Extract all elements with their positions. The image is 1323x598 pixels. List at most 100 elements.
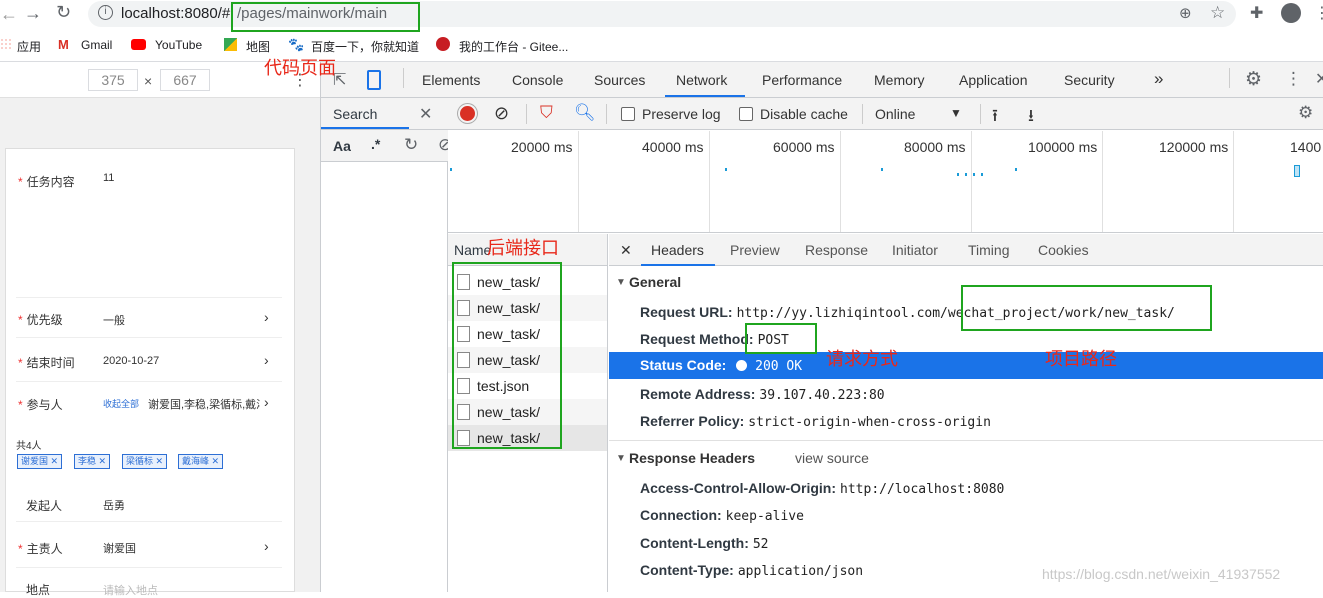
view-source-link[interactable]: view source — [795, 450, 869, 466]
bookmarks-bar: 应用 M Gmail YouTube 地图 🐾 百度一下，你就知道 我的工作台 … — [0, 30, 1323, 62]
profile-avatar-icon[interactable] — [1281, 3, 1301, 23]
collapse-triangle-icon[interactable]: ▼ — [616, 453, 626, 464]
divider — [16, 567, 282, 568]
network-settings-icon[interactable]: ⚙ — [1298, 103, 1313, 123]
timeline-tick: 40000 ms — [642, 139, 704, 155]
tab-headers[interactable]: Headers — [651, 242, 704, 258]
refresh-icon[interactable]: ↻ — [404, 135, 418, 155]
bookmark-apps[interactable]: 应用 — [17, 38, 41, 55]
disable-cache-label: Disable cache — [760, 106, 848, 122]
throttle-select[interactable]: Online — [875, 106, 915, 122]
zoom-icon[interactable]: ⊕ — [1179, 4, 1192, 22]
response-header-row: Content-Length: 52 — [640, 535, 769, 552]
filter-funnel-icon[interactable]: ⛉ — [540, 103, 553, 123]
tab-preview[interactable]: Preview — [730, 242, 780, 258]
info-icon[interactable]: i — [98, 5, 113, 20]
tab-memory[interactable]: Memory — [874, 72, 925, 88]
disable-cache-checkbox[interactable] — [739, 107, 753, 121]
chevron-right-icon[interactable]: › — [264, 538, 269, 554]
field-value-priority[interactable]: 一般 — [103, 312, 125, 328]
collapse-triangle-icon[interactable]: ▼ — [616, 277, 626, 288]
mobile-form-page: * 任务内容 11 * 优先级 一般 › * 结束时间 2020-10-27 › * 参… — [5, 148, 295, 597]
regex-toggle[interactable]: .* — [371, 136, 380, 152]
tab-console[interactable]: Console — [512, 72, 563, 88]
devtools-tab-bar: ⇱ Elements Console Sources Network Perfo… — [320, 62, 1323, 98]
tab-response[interactable]: Response — [805, 242, 868, 258]
close-detail-icon[interactable]: ✕ — [620, 242, 632, 259]
device-width-input[interactable]: 375 — [88, 69, 138, 91]
annotation-page-code: 代码页面 — [264, 58, 336, 78]
more-tabs-chevron-icon[interactable]: » — [1154, 69, 1163, 89]
search-tab-label[interactable]: Search — [333, 106, 377, 122]
bookmark-gitee[interactable]: 我的工作台 - Gitee... — [459, 38, 568, 55]
participant-tag[interactable]: 梁循标 ✕ — [122, 454, 168, 469]
clear-log-icon[interactable]: ⊘ — [494, 103, 509, 124]
grid-line — [971, 131, 972, 232]
devtools-close-icon[interactable]: ✕ — [1315, 69, 1323, 89]
status-code-row: Status Code: 200 OK — [609, 352, 1323, 379]
record-icon[interactable] — [460, 106, 475, 121]
response-headers-title[interactable]: Response Headers — [629, 450, 755, 466]
forward-arrow-icon[interactable]: → — [24, 3, 42, 24]
tab-elements[interactable]: Elements — [422, 72, 480, 88]
field-value-task[interactable]: 11 — [103, 172, 114, 184]
bookmark-maps[interactable]: 地图 — [246, 38, 270, 55]
tab-sources[interactable]: Sources — [594, 72, 645, 88]
participants-count: 共4人 — [16, 441, 42, 452]
tab-security[interactable]: Security — [1064, 72, 1115, 88]
annotation-box-url-path — [231, 2, 420, 32]
field-label-task: * 任务内容 — [18, 175, 75, 189]
request-mark — [725, 168, 727, 171]
general-section-title[interactable]: General — [629, 274, 681, 290]
participant-tag[interactable]: 谢爱国 ✕ — [17, 454, 63, 469]
bookmark-gmail[interactable]: Gmail — [81, 38, 112, 52]
name-header-label[interactable]: Name — [454, 242, 491, 258]
response-header-row: Content-Type: application/json — [640, 562, 864, 579]
device-toggle-icon[interactable] — [367, 70, 381, 90]
bookmark-star-icon[interactable]: ☆ — [1210, 3, 1225, 23]
search-options: Aa .* ↻ ⊘ — [321, 130, 452, 162]
chevron-right-icon[interactable]: › — [264, 309, 269, 325]
tab-performance[interactable]: Performance — [762, 72, 842, 88]
match-case-toggle[interactable]: Aa — [333, 138, 351, 154]
active-tab-indicator — [665, 95, 745, 97]
apps-grid-icon[interactable] — [0, 38, 12, 50]
timeline-tick: 60000 ms — [773, 139, 835, 155]
response-header-row: Access-Control-Allow-Origin: http://local… — [640, 480, 1005, 497]
menu-kebab-icon[interactable]: ⋮ — [1314, 3, 1323, 23]
field-label-initiator: 发起人 — [26, 499, 63, 513]
reload-icon[interactable]: ↻ — [56, 2, 71, 23]
settings-gear-icon[interactable]: ⚙ — [1245, 68, 1262, 91]
url-host: localhost:8080/# — [121, 5, 231, 22]
close-search-icon[interactable]: ✕ — [419, 104, 432, 124]
search-icon[interactable]: 🔍︎ — [574, 103, 596, 123]
request-mark — [881, 168, 883, 171]
bookmark-youtube[interactable]: YouTube — [155, 38, 202, 52]
tab-application[interactable]: Application — [959, 72, 1028, 88]
dropdown-caret-icon[interactable]: ▼ — [950, 106, 962, 120]
divider — [16, 521, 282, 522]
search-header: Search ✕ — [321, 98, 448, 130]
field-input-location[interactable]: 请输入地点 — [103, 582, 158, 598]
back-arrow-icon[interactable]: ← — [0, 4, 18, 25]
import-har-icon[interactable]: ⭱ — [992, 103, 998, 132]
devtools-menu-icon[interactable]: ⋮ — [1285, 69, 1302, 89]
device-height-input[interactable]: 667 — [160, 69, 210, 91]
tab-timing[interactable]: Timing — [968, 242, 1010, 258]
tab-cookies[interactable]: Cookies — [1038, 242, 1089, 258]
tab-initiator[interactable]: Initiator — [892, 242, 938, 258]
extensions-icon[interactable]: ✚ — [1250, 3, 1263, 23]
field-value-endtime[interactable]: 2020-10-27 — [103, 355, 159, 367]
field-value-owner[interactable]: 谢爱国 — [103, 540, 136, 556]
annotation-backend-api: 后端接口 — [487, 238, 559, 258]
annotation-request-method: 请求方式 — [826, 349, 898, 369]
preserve-log-checkbox[interactable] — [621, 107, 635, 121]
export-har-icon[interactable]: ⭳ — [1028, 103, 1034, 132]
chevron-right-icon[interactable]: › — [264, 394, 269, 410]
collapse-all-link[interactable]: 收起全部 — [103, 397, 139, 410]
chevron-right-icon[interactable]: › — [264, 352, 269, 368]
participant-tag[interactable]: 戴海峰 ✕ — [178, 454, 224, 469]
bookmark-baidu[interactable]: 百度一下，你就知道 — [311, 38, 419, 55]
tab-network[interactable]: Network — [676, 72, 727, 88]
participant-tag[interactable]: 李稳 ✕ — [74, 454, 111, 469]
